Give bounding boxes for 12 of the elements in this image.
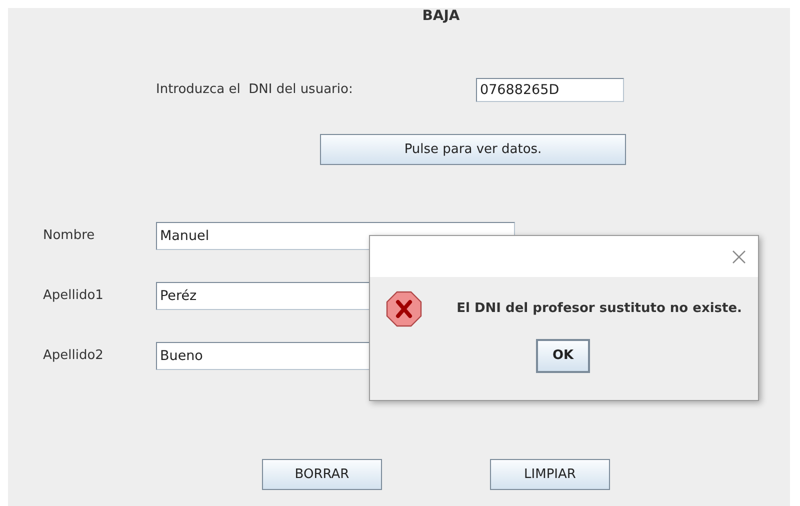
- dni-field[interactable]: 07688265D: [476, 78, 624, 102]
- form-title: BAJA: [422, 8, 460, 24]
- field-label: Nombre: [43, 227, 96, 246]
- ok-button[interactable]: OK: [536, 339, 590, 373]
- view-data-button[interactable]: Pulse para ver datos.: [320, 134, 626, 165]
- dni-label: Introduzca el DNI del usuario:: [156, 81, 354, 100]
- field-label: Apellido2: [43, 347, 104, 366]
- error-icon: [386, 291, 422, 327]
- clear-button[interactable]: LIMPIAR: [490, 459, 610, 490]
- field-label: Apellido1: [43, 287, 104, 306]
- close-icon[interactable]: [732, 250, 746, 264]
- delete-button[interactable]: BORRAR: [262, 459, 382, 490]
